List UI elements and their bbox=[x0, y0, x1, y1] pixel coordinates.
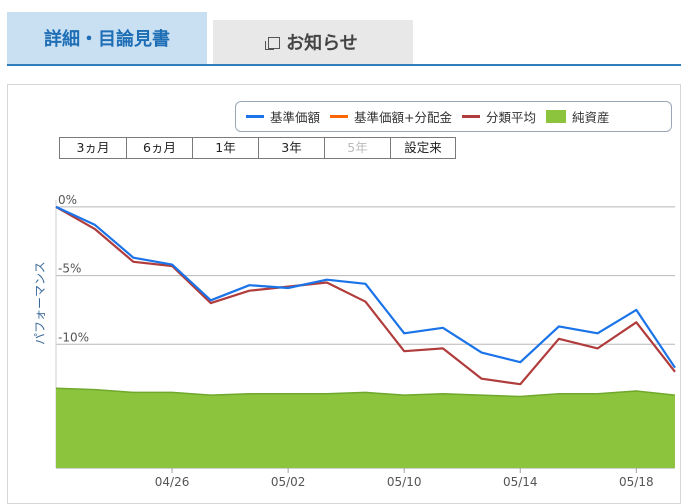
x-tick-label: 05/18 bbox=[619, 475, 654, 489]
y-tick-label: 0% bbox=[58, 193, 77, 207]
y-tick-label: -10% bbox=[58, 330, 89, 344]
x-tick-label: 04/26 bbox=[155, 475, 190, 489]
net-assets-area bbox=[56, 388, 675, 468]
y-tick-label: -5% bbox=[58, 262, 81, 276]
series-line-category-average bbox=[55, 205, 676, 386]
x-tick-label: 05/02 bbox=[271, 475, 306, 489]
performance-chart: 0% -5% -10% パフォーマンス 04/26 05/02 05/10 05/14 05/1… bbox=[33, 193, 676, 489]
y-axis-label: パフォーマンス bbox=[33, 261, 47, 345]
x-tick-label: 05/10 bbox=[387, 475, 422, 489]
x-tick-label: 05/14 bbox=[503, 475, 538, 489]
